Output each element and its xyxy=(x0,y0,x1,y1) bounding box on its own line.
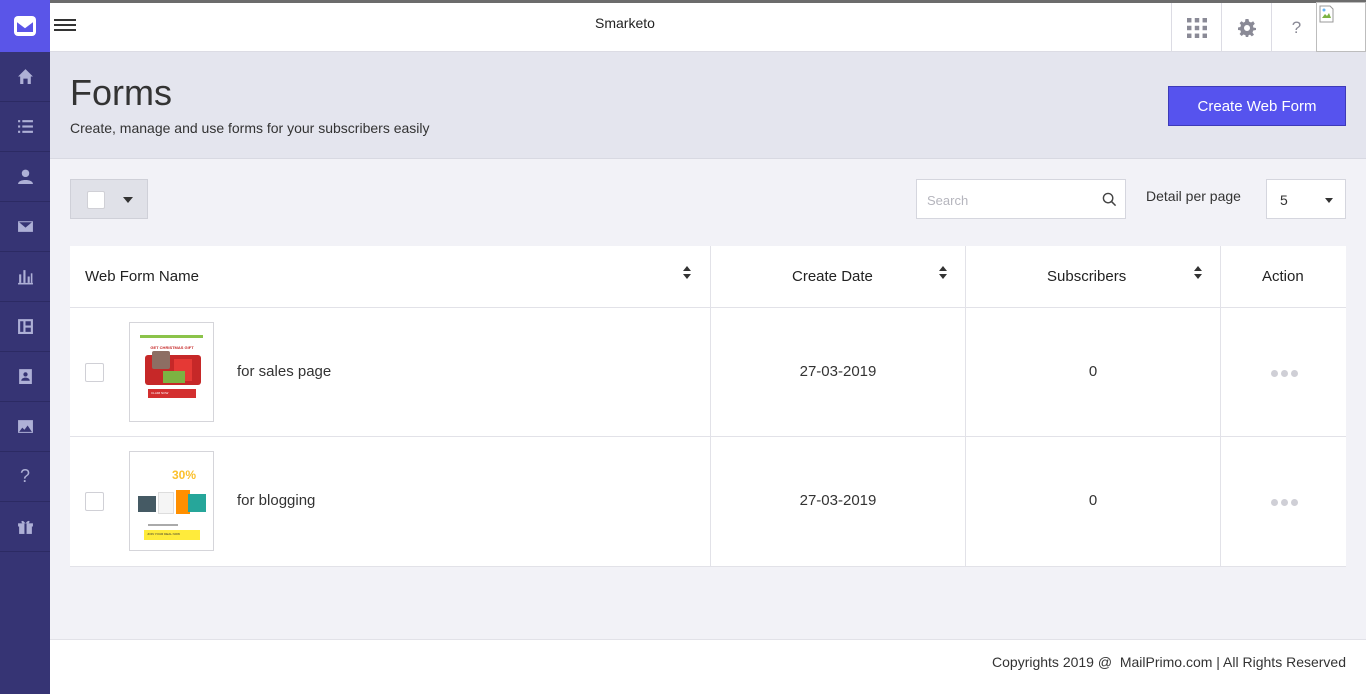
chart-icon xyxy=(17,270,33,285)
sidebar-item-contacts[interactable] xyxy=(0,352,50,402)
gift-icon xyxy=(17,520,33,534)
page-title: Forms xyxy=(70,72,172,113)
table-row: 30% JOIN YOUR DEAL NOW for blogging 27-0… xyxy=(70,437,1346,566)
footer: Copyrights 2019 @ MailPrimo.com | All Ri… xyxy=(50,639,1366,694)
more-actions-icon[interactable] xyxy=(1271,499,1298,506)
column-header-subscribers: Subscribers xyxy=(1047,268,1127,285)
per-page-select[interactable]: 5 xyxy=(1266,179,1346,219)
bulk-select-dropdown[interactable] xyxy=(70,179,148,219)
select-all-checkbox[interactable] xyxy=(87,191,105,209)
thumbnail-headline: GET CHRISTMAS GIFT xyxy=(150,345,194,350)
avatar[interactable] xyxy=(1316,2,1366,52)
sidebar-item-home[interactable] xyxy=(0,52,50,102)
home-icon xyxy=(17,69,33,84)
gear-icon xyxy=(1237,18,1256,37)
form-name[interactable]: for sales page xyxy=(237,363,331,380)
help-icon: ? xyxy=(19,466,30,486)
per-page-label: Detail per page xyxy=(1146,188,1241,204)
sidebar-item-campaigns[interactable] xyxy=(0,202,50,252)
forms-table: Web Form Name Create Date Subscribers Ac… xyxy=(70,246,1346,567)
create-date: 27-03-2019 xyxy=(799,363,877,380)
topbar: Smarketo ? xyxy=(50,0,1366,52)
broken-image-icon xyxy=(1319,5,1334,23)
thumbnail-headline: 30% xyxy=(172,468,197,482)
subscribers-count: 0 xyxy=(1088,363,1098,380)
table-row: GET CHRISTMAS GIFT CLAIM NOW for sales p… xyxy=(70,308,1346,437)
menu-toggle-icon[interactable] xyxy=(54,19,76,35)
thumbnail-cta: CLAIM NOW xyxy=(151,391,169,395)
row-checkbox[interactable] xyxy=(85,363,104,382)
settings-button[interactable] xyxy=(1221,3,1271,52)
sidebar-item-subscribers[interactable] xyxy=(0,152,50,202)
search-icon[interactable] xyxy=(1102,192,1117,207)
list-icon xyxy=(17,120,33,133)
page-header: Forms Create, manage and use forms for y… xyxy=(50,52,1366,159)
app-name: Smarketo xyxy=(595,15,655,31)
sidebar: ? xyxy=(0,0,50,694)
table-header: Web Form Name Create Date Subscribers Ac… xyxy=(70,246,1346,308)
sidebar-item-lists[interactable] xyxy=(0,102,50,152)
mail-logo-icon[interactable] xyxy=(0,0,50,52)
user-icon xyxy=(17,169,33,184)
sidebar-item-templates[interactable] xyxy=(0,302,50,352)
contact-book-icon xyxy=(18,369,32,384)
create-web-form-button[interactable]: Create Web Form xyxy=(1168,86,1346,126)
form-name[interactable]: for blogging xyxy=(237,492,315,509)
sidebar-item-help[interactable]: ? xyxy=(0,452,50,502)
search-input[interactable] xyxy=(927,190,1097,210)
footer-copyright: Copyrights 2019 @ MailPrimo.com | All Ri… xyxy=(992,654,1346,670)
help-button[interactable]: ? xyxy=(1271,3,1321,52)
image-icon xyxy=(17,420,33,433)
create-date: 27-03-2019 xyxy=(799,492,877,509)
subscribers-count: 0 xyxy=(1088,492,1098,509)
search-box xyxy=(916,179,1126,219)
apps-grid-button[interactable] xyxy=(1171,3,1221,52)
column-header-date: Create Date xyxy=(792,268,873,285)
sort-icon[interactable] xyxy=(683,266,691,280)
sort-icon[interactable] xyxy=(939,266,947,280)
thumbnail-cta: JOIN YOUR DEAL NOW xyxy=(147,532,181,536)
column-header-name: Web Form Name xyxy=(85,268,199,285)
form-thumbnail[interactable]: GET CHRISTMAS GIFT CLAIM NOW xyxy=(129,322,214,422)
caret-down-icon xyxy=(123,197,133,203)
form-thumbnail[interactable]: 30% JOIN YOUR DEAL NOW xyxy=(129,451,214,551)
grid-icon xyxy=(1186,17,1207,38)
question-icon: ? xyxy=(1291,17,1302,37)
sidebar-item-media[interactable] xyxy=(0,402,50,452)
more-actions-icon[interactable] xyxy=(1271,370,1298,377)
page-subtitle: Create, manage and use forms for your su… xyxy=(70,120,430,136)
per-page-value: 5 xyxy=(1280,192,1288,208)
sidebar-item-reports[interactable] xyxy=(0,252,50,302)
row-checkbox[interactable] xyxy=(85,492,104,511)
caret-down-icon xyxy=(1325,198,1333,203)
sort-icon[interactable] xyxy=(1194,266,1202,280)
sidebar-item-gifts[interactable] xyxy=(0,502,50,552)
mail-icon xyxy=(17,221,33,232)
layout-icon xyxy=(17,319,33,334)
column-header-action: Action xyxy=(1262,268,1304,285)
